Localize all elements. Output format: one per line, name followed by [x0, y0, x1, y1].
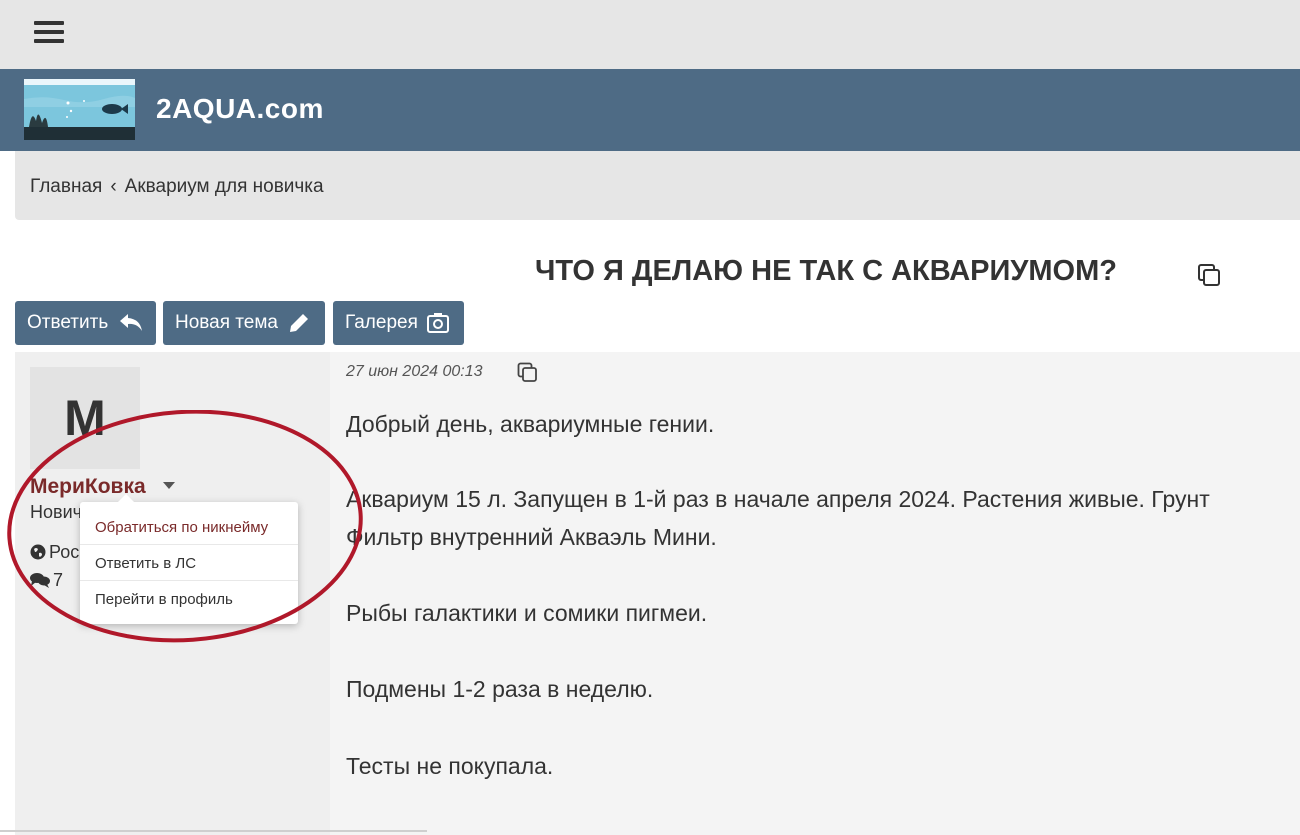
menu-item-mention[interactable]: Обратиться по никнейму	[80, 510, 298, 545]
forum-post: М МериКовка Новичок Россия 7 Обратиться …	[15, 352, 1300, 835]
post-paragraph: Подмены 1-2 раза в неделю.	[346, 676, 654, 702]
breadcrumb-home[interactable]: Главная	[30, 176, 102, 197]
copy-icon[interactable]	[1197, 263, 1221, 287]
gallery-button-label: Галерея	[345, 312, 418, 333]
author-dropdown-menu: Обратиться по никнейму Ответить в ЛС Пер…	[80, 494, 298, 624]
reply-arrow-icon	[120, 314, 142, 331]
post-paragraph: Аквариум 15 л. Запущен в 1-й раз в начал…	[346, 486, 1210, 512]
post-paragraph: Добрый день, аквариумные гении.	[346, 411, 715, 437]
post-paragraph: Рыбы галактики и сомики пигмеи.	[346, 600, 708, 626]
post-paragraph: Фильтр внутренний Акваэль Мини.	[346, 524, 717, 550]
menu-item-profile[interactable]: Перейти в профиль	[80, 582, 298, 617]
copy-link-icon[interactable]	[517, 362, 538, 383]
menu-item-private-message[interactable]: Ответить в ЛС	[80, 546, 298, 581]
chevron-down-icon[interactable]	[163, 482, 175, 489]
site-name[interactable]: 2AQUA.com	[156, 93, 324, 125]
breadcrumb: Главная ‹ Аквариум для новичка	[15, 151, 1300, 220]
post-date: 27 июн 2024 00:13	[346, 363, 483, 380]
pencil-icon	[290, 314, 308, 332]
post-paragraph: Тесты не покупала.	[346, 753, 554, 779]
gallery-button[interactable]: Галерея	[333, 301, 464, 345]
camera-icon	[427, 313, 449, 333]
globe-icon	[30, 544, 46, 560]
new-topic-button-label: Новая тема	[175, 312, 278, 333]
page-title: ЧТО Я ДЕЛАЮ НЕ ТАК С АКВАРИУМОМ?	[535, 255, 1117, 287]
author-posts: 7	[30, 570, 63, 591]
author-posts-count: 7	[53, 570, 64, 590]
new-topic-button[interactable]: Новая тема	[163, 301, 325, 345]
post-author-panel: М МериКовка Новичок Россия 7 Обратиться …	[15, 352, 330, 835]
aquarium-logo-icon[interactable]	[24, 79, 135, 140]
hamburger-menu-icon[interactable]	[34, 21, 64, 45]
top-bar	[0, 0, 1300, 69]
avatar[interactable]: М	[30, 367, 140, 469]
breadcrumb-separator: ‹	[110, 176, 117, 197]
reply-button[interactable]: Ответить	[15, 301, 156, 345]
divider	[0, 830, 427, 832]
reply-button-label: Ответить	[27, 312, 109, 333]
comments-icon	[30, 573, 50, 588]
site-header: 2AQUA.com	[0, 69, 1300, 151]
breadcrumb-forum[interactable]: Аквариум для новичка	[125, 176, 324, 197]
